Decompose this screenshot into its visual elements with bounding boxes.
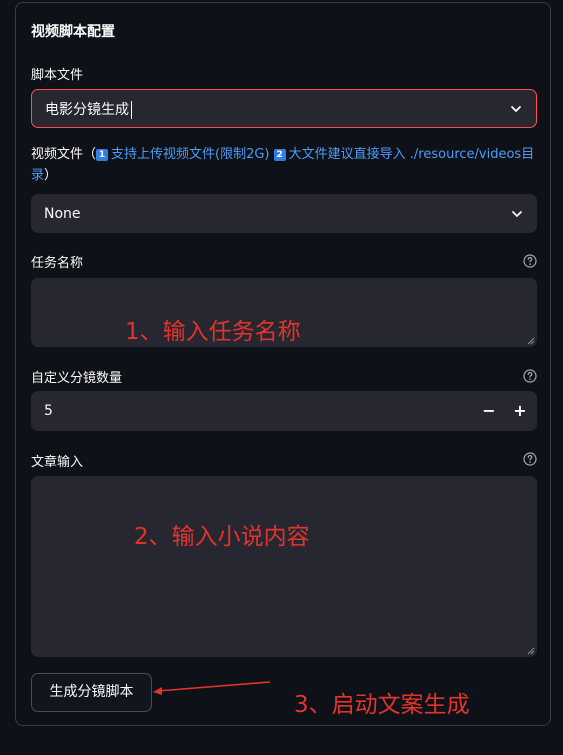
- upload-video-link[interactable]: 支持上传视频文件(限制2G): [111, 147, 270, 162]
- video-file-select[interactable]: None: [31, 194, 537, 233]
- resize-handle-icon[interactable]: [527, 337, 535, 345]
- text-caret: [131, 100, 132, 119]
- shot-count-label: 自定义分镜数量: [31, 371, 123, 386]
- resize-handle-icon[interactable]: [527, 647, 535, 655]
- help-circle-icon[interactable]: [523, 452, 537, 466]
- increment-button[interactable]: +: [504, 391, 536, 431]
- article-label: 文章输入: [31, 455, 84, 470]
- generate-script-button[interactable]: 生成分镜脚本: [31, 673, 152, 712]
- keycap-one-icon: 1: [96, 149, 109, 161]
- script-file-value: 电影分镜生成: [45, 99, 132, 119]
- panel-title: 视频脚本配置: [31, 24, 115, 40]
- red-arrow-icon: [153, 681, 271, 695]
- script-file-label: 脚本文件: [31, 68, 84, 83]
- task-name-label: 任务名称: [31, 256, 84, 271]
- article-textarea[interactable]: [31, 476, 537, 657]
- annotation-step-1: 1、输入任务名称: [125, 319, 301, 345]
- keycap-two-icon: 2: [273, 149, 286, 161]
- video-file-label: 视频文件（ 1 支持上传视频文件(限制2G) 2 大文件建议直接导入 ./resour…: [31, 147, 535, 183]
- shot-count-value: 5: [44, 403, 53, 419]
- help-circle-icon[interactable]: [523, 369, 537, 383]
- annotation-step-3: 3、启动文案生成: [294, 692, 470, 718]
- chevron-down-icon: [512, 210, 522, 217]
- video-file-value: None: [44, 205, 81, 222]
- decrement-button[interactable]: −: [473, 391, 505, 431]
- annotation-step-2: 2、输入小说内容: [134, 524, 310, 550]
- chevron-down-icon: [511, 105, 521, 112]
- shot-count-input[interactable]: 5 − +: [31, 391, 537, 431]
- help-circle-icon[interactable]: [523, 254, 537, 268]
- script-file-select[interactable]: 电影分镜生成: [31, 89, 537, 128]
